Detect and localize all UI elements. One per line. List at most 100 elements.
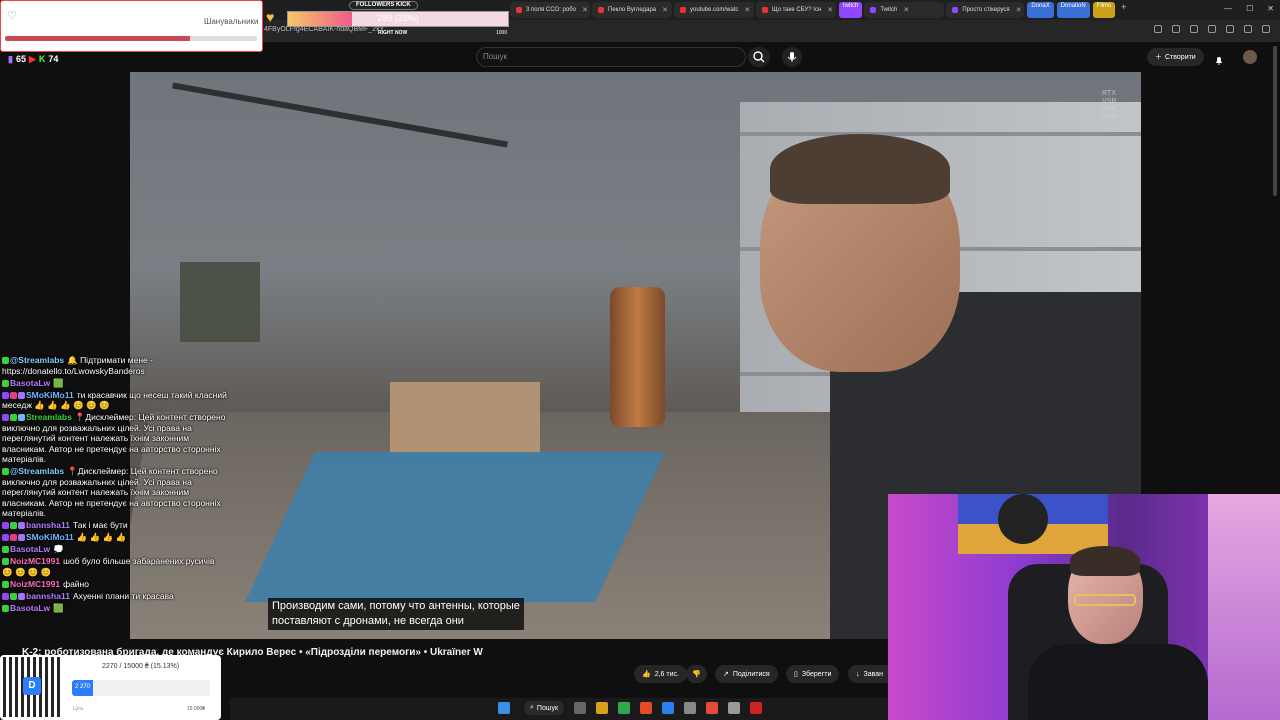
chat-badge-icon <box>2 391 9 399</box>
create-button[interactable]: ＋ Створити <box>1147 48 1204 66</box>
taskbar-app-icon[interactable] <box>618 702 630 714</box>
video-scene-shelf-line <box>740 132 1141 136</box>
video-scene-spool <box>610 287 665 427</box>
menu-icon[interactable] <box>1262 25 1270 33</box>
chat-nick: bannsha11 <box>26 520 70 530</box>
tab-close-icon[interactable]: ✕ <box>582 6 588 14</box>
taskbar-app-icon[interactable] <box>750 702 762 714</box>
chat-badge-icon <box>2 546 9 554</box>
maximize-icon[interactable]: ☐ <box>1246 4 1253 13</box>
extension-icon[interactable] <box>1190 25 1198 33</box>
donation-progress-bar <box>72 680 210 696</box>
tab-group-chip[interactable]: Films <box>1092 2 1116 18</box>
chat-text: файно <box>63 578 89 589</box>
taskbar-app-icon[interactable] <box>640 702 652 714</box>
account-avatar[interactable] <box>1243 50 1257 64</box>
tab-close-icon[interactable]: ✕ <box>744 6 750 14</box>
chat-text: 💭 <box>53 544 64 554</box>
tab-close-icon[interactable]: ✕ <box>662 6 668 14</box>
share-button[interactable]: ↗ Поділитися <box>715 665 778 683</box>
goal-count: 367 / 500 <box>224 6 258 15</box>
chat-badge-icon <box>2 357 9 365</box>
search-button[interactable] <box>748 47 770 67</box>
taskbar-search[interactable]: ⌕ Пошук <box>524 701 565 715</box>
chat-nick: NoizMC1991 <box>10 578 61 589</box>
goal-progress-bar <box>5 36 257 41</box>
kick-icon: K <box>38 54 46 64</box>
subtitle-line: Производим сами, потому что антенны, кот… <box>272 600 520 612</box>
taskbar-app-icon[interactable] <box>662 702 674 714</box>
extension-icon[interactable] <box>1154 25 1162 33</box>
webcam-person-body <box>1028 644 1208 720</box>
page-scrollbar[interactable] <box>1273 46 1277 196</box>
new-tab-icon[interactable]: + <box>1121 2 1126 18</box>
taskbar-app-icon[interactable] <box>728 702 740 714</box>
chat-badge-icon <box>2 604 9 612</box>
tab-close-icon[interactable]: ✕ <box>1016 6 1022 14</box>
tab-favicon-icon <box>680 7 686 13</box>
video-scene-device <box>180 262 260 342</box>
bookmark-icon: ▯ <box>794 671 798 678</box>
extension-icon[interactable] <box>1226 25 1234 33</box>
tab-group-chip[interactable]: DonaX <box>1027 2 1054 18</box>
tab-label: youtube.com/watc <box>690 7 739 13</box>
donatello-logo-icon: D <box>23 677 41 695</box>
chat-text: 🟩 <box>53 602 64 613</box>
tab-close-icon[interactable]: ✕ <box>827 6 833 14</box>
chat-badge-icon <box>10 522 17 530</box>
extension-icon[interactable] <box>1244 25 1252 33</box>
tab-label: Twitch <box>880 7 898 13</box>
extension-icon[interactable] <box>1208 25 1216 33</box>
chat-badge-icon <box>10 391 17 399</box>
window-controls: — ☐ ✕ <box>1224 4 1274 13</box>
browser-tab[interactable]: Просто стікеруся ✕ <box>946 2 1025 18</box>
youtube-icon: ▶ <box>28 53 36 64</box>
url-text[interactable]: 4FByOLFfg4ECABAIK-ndaQBMF_2xY <box>264 26 384 33</box>
chat-text: Так і має бути <box>72 520 128 530</box>
tab-label: Просто стікеруся <box>962 7 1010 13</box>
chat-nick: BasotaLw <box>10 602 51 613</box>
twitch-icon: ▮ <box>8 53 13 64</box>
browser-tab[interactable]: Twitch ✕ <box>864 2 945 18</box>
windows-start-icon[interactable] <box>498 702 510 714</box>
viewer-count-right: 74 <box>48 54 59 64</box>
chat-badge-icon <box>2 534 9 542</box>
webcam-overlay <box>888 494 1280 720</box>
save-button[interactable]: ▯ Зберегти <box>786 665 840 683</box>
bell-icon <box>1216 57 1222 65</box>
close-icon[interactable]: ✕ <box>1267 4 1274 13</box>
tab-group-chip[interactable]: twitch <box>839 2 863 18</box>
chat-badge-icon <box>18 592 25 600</box>
taskbar-app-icon[interactable] <box>706 702 718 714</box>
taskbar-app-icon[interactable] <box>574 702 586 714</box>
chat-message: BasotaLw 💭 <box>2 544 227 555</box>
browser-tab[interactable]: 3 поля CCO: робо ✕ <box>510 2 590 18</box>
browser-tab[interactable]: Що таке СБУ? Існ ✕ <box>756 2 836 18</box>
chat-nick: Streamlabs <box>26 412 72 422</box>
notifications-button[interactable] <box>1214 52 1224 65</box>
browser-tab[interactable]: youtube.com/watc ✕ <box>674 2 754 18</box>
chat-nick: SMoKiMo11 <box>26 532 74 542</box>
dislike-button[interactable]: 👎 <box>686 665 707 683</box>
followers-label: FOLLOWERS KICK <box>349 1 418 10</box>
download-button[interactable]: ↓ Заван <box>848 665 890 683</box>
voice-search-button[interactable] <box>782 47 802 67</box>
chat-message: Streamlabs 📍Дисклеймер: Цей контент створ… <box>2 412 227 465</box>
tab-group-chip[interactable]: DonatioN <box>1056 2 1090 18</box>
minimize-icon[interactable]: — <box>1224 4 1232 13</box>
browser-tab[interactable]: Пекло Вугледара ✕ <box>592 2 672 18</box>
subtitle-line: поставляют с дронами, не всегда они <box>272 615 464 627</box>
tab-favicon-icon <box>598 7 604 13</box>
rtx-overlay-tag: RTX VSR RTX HDR <box>1102 90 1118 121</box>
chat-nick: SMoKiMo11 <box>26 389 74 400</box>
taskbar-app-icon[interactable] <box>596 702 608 714</box>
like-button[interactable]: 👍 2,6 тис. <box>634 665 687 683</box>
bookmark-icon[interactable] <box>1172 25 1180 33</box>
taskbar-app-icon[interactable] <box>684 702 696 714</box>
video-scene-mat <box>245 452 665 602</box>
browser-toolbar <box>1154 25 1270 33</box>
share-label: Поділитися <box>732 670 770 678</box>
tab-close-icon[interactable]: ✕ <box>903 6 909 14</box>
followers-max: 1000 <box>496 30 508 36</box>
search-input[interactable] <box>476 47 746 67</box>
